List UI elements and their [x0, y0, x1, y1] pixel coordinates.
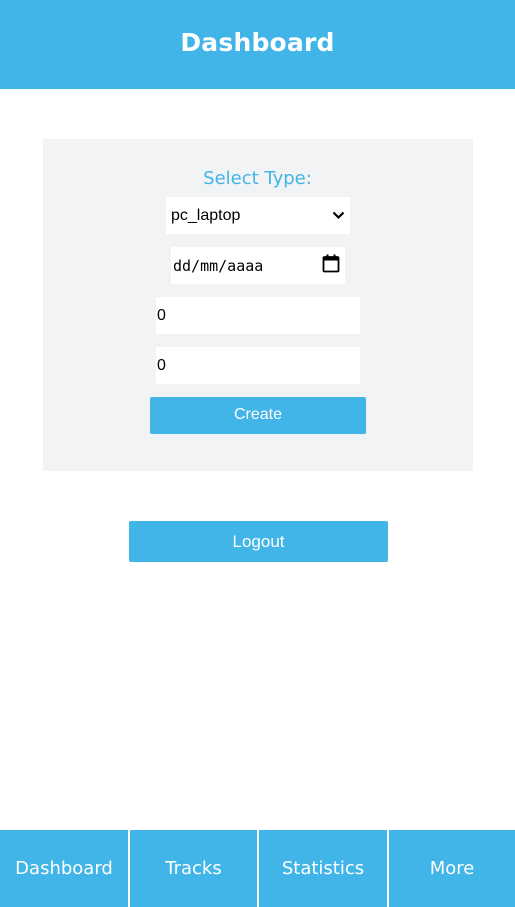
select-type-label: Select Type:	[203, 168, 312, 189]
type-select[interactable]: pc_laptop	[166, 197, 350, 234]
second-number-input[interactable]	[156, 347, 360, 384]
nav-item-statistics[interactable]: Statistics	[259, 830, 387, 907]
logout-button[interactable]: Logout	[129, 521, 388, 562]
nav-item-tracks[interactable]: Tracks	[130, 830, 257, 907]
type-select-value: pc_laptop	[171, 206, 241, 224]
calendar-icon[interactable]	[322, 254, 340, 277]
app-header: Dashboard	[0, 0, 515, 89]
page-title: Dashboard	[180, 28, 335, 57]
bottom-nav: Dashboard Tracks Statistics More	[0, 830, 515, 907]
chevron-down-icon	[331, 211, 345, 221]
nav-item-dashboard[interactable]: Dashboard	[0, 830, 128, 907]
date-input[interactable]: dd/mm/aaaa	[171, 247, 345, 284]
date-input-placeholder: dd/mm/aaaa	[173, 256, 264, 275]
create-button[interactable]: Create	[150, 397, 366, 434]
app-screen: Dashboard Select Type: pc_laptop dd/mm/a…	[0, 0, 515, 907]
nav-item-more[interactable]: More	[389, 830, 515, 907]
first-number-input[interactable]	[156, 297, 360, 334]
